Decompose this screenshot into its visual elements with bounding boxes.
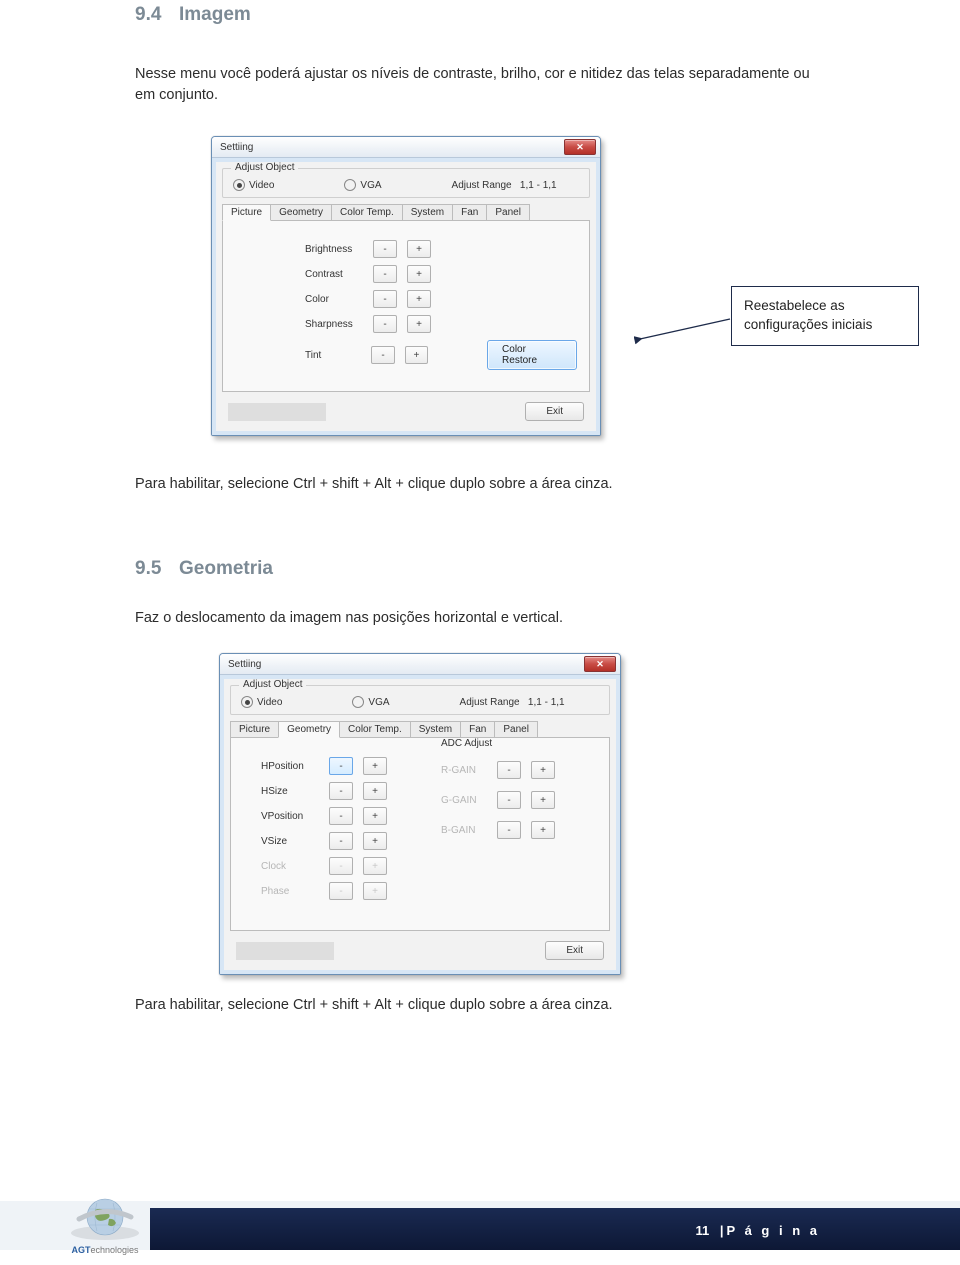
tab-system[interactable]: System [402, 204, 453, 221]
tab-colortemp[interactable]: Color Temp. [331, 204, 403, 221]
radio-video[interactable]: Video [241, 696, 282, 708]
adjust-range: Adjust Range 1,1 - 1,1 [460, 697, 565, 708]
page-number: 11 |P á g i n a [696, 1223, 820, 1238]
close-icon[interactable]: ✕ [584, 656, 616, 672]
plus-button[interactable]: + [407, 290, 431, 308]
row-ggain: G-GAIN-+ [441, 791, 555, 809]
tab-panel[interactable]: Panel [486, 204, 530, 221]
intro-text-1: Nesse menu você poderá ajustar os níveis… [135, 64, 825, 106]
gray-placeholder [236, 942, 334, 960]
heading-geometria: 9.5Geometria [135, 554, 825, 580]
minus-button[interactable]: - [373, 265, 397, 283]
color-restore-button[interactable]: Color Restore [487, 340, 577, 370]
note-1: Para habilitar, selecione Ctrl + shift +… [135, 476, 825, 492]
screenshot-picture-dialog: Settiing ✕ Adjust Object Video VGA Adjus… [211, 136, 825, 436]
minus-button[interactable]: - [373, 240, 397, 258]
row-rgain: R-GAIN-+ [441, 761, 555, 779]
adc-header: ADC Adjust [441, 738, 555, 749]
plus-button: + [531, 761, 555, 779]
minus-button[interactable]: - [373, 290, 397, 308]
row-color: Color-+ [305, 290, 577, 308]
tab-fan[interactable]: Fan [460, 721, 495, 738]
row-tint: Tint-+Color Restore [305, 340, 577, 370]
minus-button[interactable]: - [329, 757, 353, 775]
callout-restore: Reestabelece as configurações iniciais [731, 286, 919, 346]
tab-fan[interactable]: Fan [452, 204, 487, 221]
adjust-range: Adjust Range 1,1 - 1,1 [452, 180, 557, 191]
plus-button[interactable]: + [407, 240, 431, 258]
close-icon[interactable]: ✕ [564, 139, 596, 155]
plus-button: + [363, 857, 387, 875]
minus-button: - [497, 761, 521, 779]
radio-vga[interactable]: VGA [344, 179, 381, 191]
note-2: Para habilitar, selecione Ctrl + shift +… [135, 997, 825, 1013]
row-sharpness: Sharpness-+ [305, 315, 577, 333]
plus-button[interactable]: + [363, 807, 387, 825]
minus-button[interactable]: - [329, 807, 353, 825]
plus-button[interactable]: + [407, 315, 431, 333]
plus-button: + [363, 882, 387, 900]
minus-button[interactable]: - [329, 832, 353, 850]
tab-colortemp[interactable]: Color Temp. [339, 721, 411, 738]
page-footer: 11 |P á g i n a AGTechnologies [0, 1187, 960, 1265]
tab-geometry[interactable]: Geometry [278, 721, 340, 738]
tab-system[interactable]: System [410, 721, 461, 738]
exit-button[interactable]: Exit [525, 402, 584, 421]
radio-vga[interactable]: VGA [352, 696, 389, 708]
intro-text-2: Faz o deslocamento da imagem nas posiçõe… [135, 608, 825, 629]
minus-button: - [329, 857, 353, 875]
minus-button[interactable]: - [373, 315, 397, 333]
radio-video[interactable]: Video [233, 179, 274, 191]
plus-button[interactable]: + [363, 832, 387, 850]
screenshot-geometry-dialog: Settiing ✕ Adjust Object Video VGA Adjus… [219, 653, 825, 975]
groupbox-label: Adjust Object [239, 679, 306, 690]
plus-button[interactable]: + [407, 265, 431, 283]
minus-button[interactable]: - [371, 346, 394, 364]
plus-button[interactable]: + [363, 757, 387, 775]
row-bgain: B-GAIN-+ [441, 821, 555, 839]
plus-button: + [531, 821, 555, 839]
plus-button[interactable]: + [405, 346, 428, 364]
brand-logo: AGTechnologies [62, 1195, 148, 1255]
row-contrast: Contrast-+ [305, 265, 577, 283]
tab-panel[interactable]: Panel [494, 721, 538, 738]
dialog-title: Settiing [228, 659, 261, 670]
plus-button: + [531, 791, 555, 809]
tab-picture[interactable]: Picture [222, 204, 271, 221]
gray-placeholder [228, 403, 326, 421]
row-clock: Clock-+ [261, 857, 597, 875]
minus-button[interactable]: - [329, 782, 353, 800]
row-brightness: Brightness-+ [305, 240, 577, 258]
plus-button[interactable]: + [363, 782, 387, 800]
heading-imagem: 9.4Imagem [135, 0, 825, 26]
groupbox-label: Adjust Object [231, 162, 298, 173]
minus-button: - [329, 882, 353, 900]
tab-picture[interactable]: Picture [230, 721, 279, 738]
dialog-title: Settiing [220, 142, 253, 153]
tab-geometry[interactable]: Geometry [270, 204, 332, 221]
exit-button[interactable]: Exit [545, 941, 604, 960]
row-phase: Phase-+ [261, 882, 597, 900]
minus-button: - [497, 791, 521, 809]
minus-button: - [497, 821, 521, 839]
